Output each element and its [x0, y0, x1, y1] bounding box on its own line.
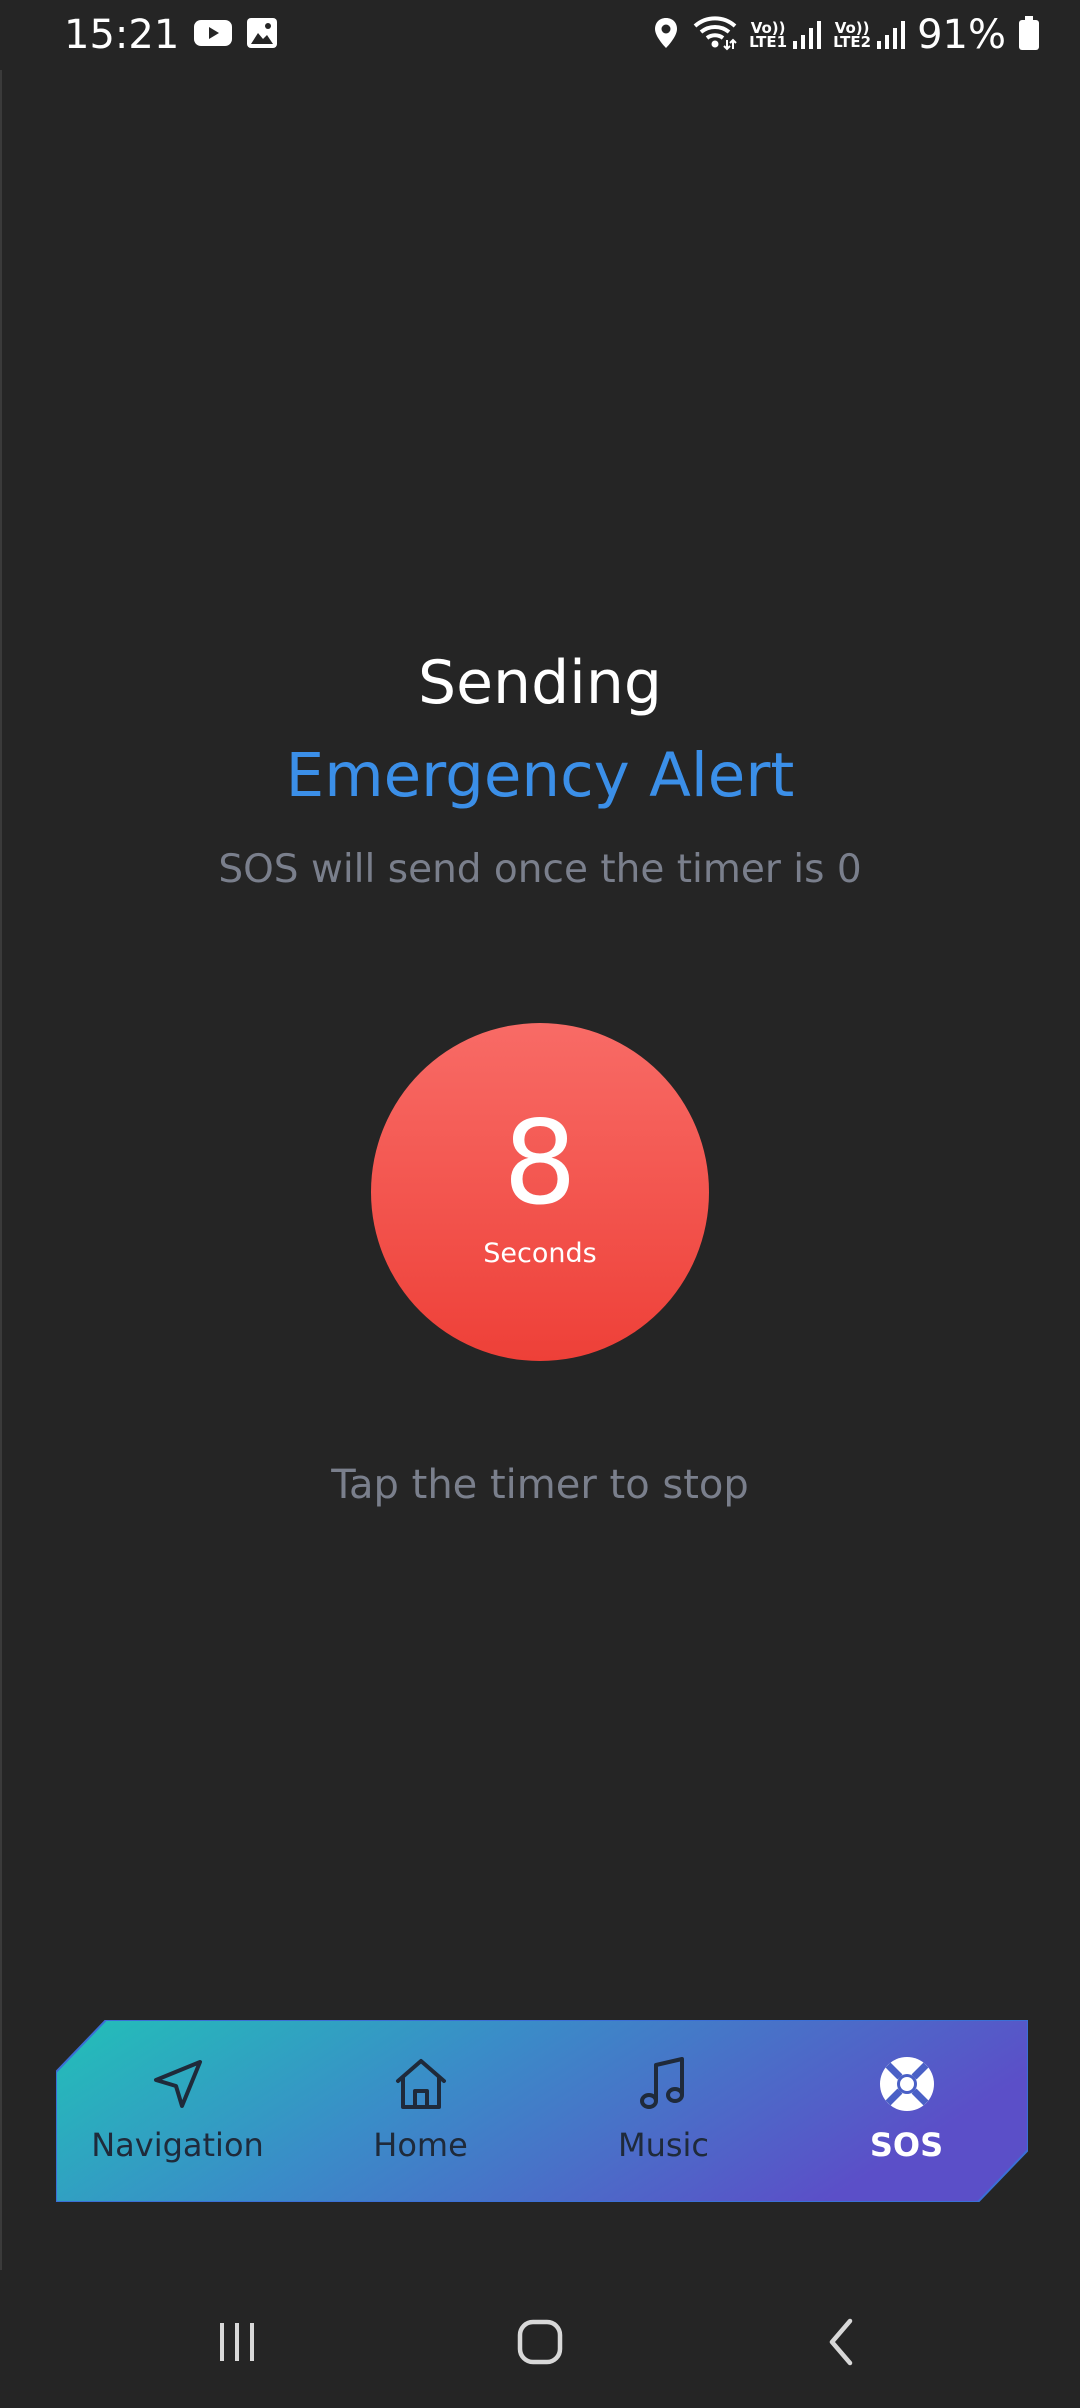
- status-notification-icons: [193, 16, 279, 54]
- status-time: 15:21: [64, 12, 180, 58]
- nav-label-music: Music: [617, 2126, 710, 2164]
- status-system-icons: Vo)) LTE1 Vo)) LTE2 91%: [651, 12, 1040, 58]
- timer-unit: Seconds: [483, 1237, 597, 1269]
- lte2-label: Vo)) LTE2: [833, 19, 872, 51]
- gallery-icon: [245, 16, 279, 54]
- timer-value: 8: [503, 1095, 577, 1231]
- left-edge-divider: [0, 70, 2, 2270]
- nav-label-home: Home: [373, 2126, 468, 2164]
- signal-lte1-icon: Vo)) LTE1: [749, 19, 822, 51]
- sos-description: SOS will send once the timer is 0: [218, 847, 862, 892]
- nav-item-sos[interactable]: SOS: [785, 2020, 1028, 2202]
- stop-hint: Tap the timer to stop: [331, 1462, 749, 1508]
- signal-lte2-icon: Vo)) LTE2: [833, 19, 906, 51]
- wifi-icon: [693, 15, 737, 55]
- battery-icon: [1018, 15, 1040, 55]
- battery-percentage: 91%: [917, 12, 1006, 58]
- back-icon[interactable]: [803, 2302, 883, 2382]
- status-bar: 15:21 Vo)) LTE1 Vo)) LTE2 91%: [0, 0, 1080, 70]
- location-icon: [651, 16, 681, 54]
- lte1-label: Vo)) LTE1: [749, 19, 788, 51]
- home-icon: [391, 2054, 451, 2114]
- recent-apps-icon[interactable]: [197, 2302, 277, 2382]
- nav-item-home[interactable]: Home: [299, 2020, 542, 2202]
- sos-timer-button[interactable]: 8 Seconds: [371, 1023, 709, 1361]
- nav-item-music[interactable]: Music: [542, 2020, 785, 2202]
- home-button-icon[interactable]: [500, 2302, 580, 2382]
- navigation-arrow-icon: [148, 2054, 208, 2114]
- music-note-icon: [634, 2054, 694, 2114]
- nav-label-sos: SOS: [869, 2126, 944, 2164]
- nav-item-navigation[interactable]: Navigation: [56, 2020, 299, 2202]
- system-navigation-bar: [0, 2276, 1080, 2408]
- youtube-icon: [193, 17, 233, 53]
- lifebuoy-icon: [877, 2054, 937, 2114]
- page-title: Sending: [418, 648, 662, 718]
- bottom-navigation: Navigation Home Music SOS: [56, 2020, 1028, 2202]
- alert-title: Emergency Alert: [285, 740, 795, 811]
- nav-label-navigation: Navigation: [91, 2126, 264, 2164]
